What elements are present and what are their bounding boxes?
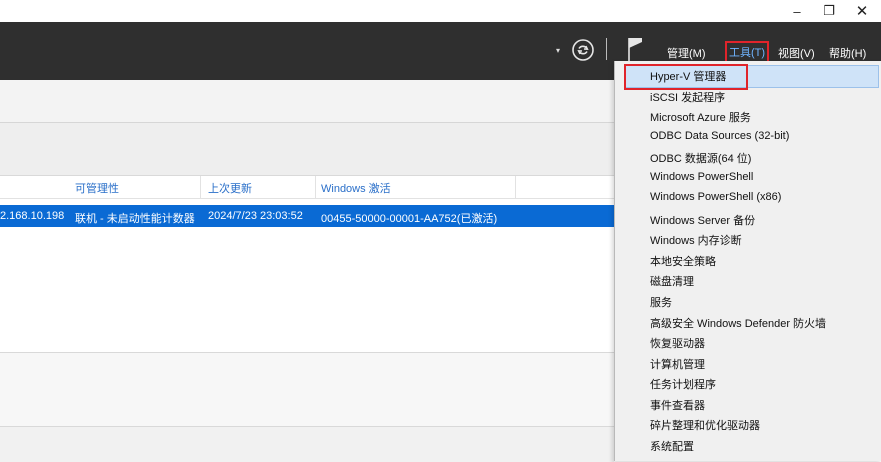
menu-help[interactable]: 帮助(H) (826, 44, 869, 62)
menu-item-local-security-policy[interactable]: 本地安全策略 (650, 253, 716, 269)
events-panel-header (0, 352, 614, 427)
menu-tools[interactable]: 工具(T) (725, 41, 770, 63)
column-divider[interactable] (315, 176, 316, 198)
menu-item-disk-cleanup[interactable]: 磁盘清理 (650, 273, 694, 289)
menu-item-iscsi-initiator[interactable]: iSCSI 发起程序 (650, 89, 725, 105)
table-row[interactable]: 2.168.10.198 联机 - 未启动性能计数器 2024/7/23 23:… (0, 205, 614, 227)
maximize-button[interactable]: ❐ (812, 0, 846, 22)
close-button[interactable]: ✕ (845, 0, 879, 22)
menu-item-services[interactable]: 服务 (650, 294, 672, 310)
menu-view[interactable]: 视图(V) (775, 44, 818, 62)
menu-manage[interactable]: 管理(M) (664, 44, 709, 62)
minimize-button[interactable]: – (780, 0, 814, 22)
notifications-flag-icon[interactable] (626, 36, 644, 62)
window-title-bar: – ❐ ✕ (0, 0, 881, 22)
menu-item-powershell[interactable]: Windows PowerShell (650, 171, 753, 183)
column-windows-activation[interactable]: Windows 激活 (321, 180, 391, 196)
cell-ip-address: 2.168.10.198 (0, 210, 65, 222)
menu-item-task-scheduler[interactable]: 任务计划程序 (650, 376, 716, 392)
menu-item-memory-diagnostic[interactable]: Windows 内存诊断 (650, 232, 742, 248)
column-divider[interactable] (515, 176, 516, 198)
table-column-header: 可管理性 上次更新 Windows 激活 (0, 176, 614, 199)
menu-item-odbc-64[interactable]: ODBC 数据源(64 位) (650, 150, 751, 166)
menu-item-recovery-drive[interactable]: 恢复驱动器 (650, 335, 705, 351)
cell-last-update: 2024/7/23 23:03:52 (208, 210, 303, 222)
menu-item-event-viewer[interactable]: 事件查看器 (650, 397, 705, 413)
tools-dropdown-menu: Hyper-V 管理器 iSCSI 发起程序 Microsoft Azure 服… (614, 61, 881, 461)
menu-item-hyper-v-manager[interactable]: Hyper-V 管理器 (650, 68, 726, 84)
column-manageability[interactable]: 可管理性 (75, 180, 119, 196)
history-dropdown-icon[interactable]: ▾ (556, 46, 560, 55)
menu-item-system-configuration[interactable]: 系统配置 (650, 438, 694, 454)
menu-item-defragment[interactable]: 碎片整理和优化驱动器 (650, 417, 760, 433)
refresh-icon[interactable] (571, 38, 595, 62)
cell-activation: 00455-50000-00001-AA752(已激活) (321, 213, 498, 225)
servers-panel-header (0, 123, 614, 176)
content-header-strip (0, 80, 614, 123)
services-panel-header (0, 426, 614, 462)
menu-item-defender-firewall[interactable]: 高级安全 Windows Defender 防火墙 (650, 315, 826, 331)
menu-item-powershell-x86[interactable]: Windows PowerShell (x86) (650, 191, 781, 203)
menu-item-server-backup[interactable]: Windows Server 备份 (650, 212, 755, 228)
menu-item-azure-services[interactable]: Microsoft Azure 服务 (650, 109, 751, 125)
menu-item-odbc-32[interactable]: ODBC Data Sources (32-bit) (650, 130, 789, 142)
cell-manageability: 联机 - 未启动性能计数器 (75, 213, 195, 225)
menu-item-computer-management[interactable]: 计算机管理 (650, 356, 705, 372)
toolbar-separator (606, 38, 607, 60)
column-divider[interactable] (200, 176, 201, 198)
column-last-update[interactable]: 上次更新 (208, 180, 252, 196)
